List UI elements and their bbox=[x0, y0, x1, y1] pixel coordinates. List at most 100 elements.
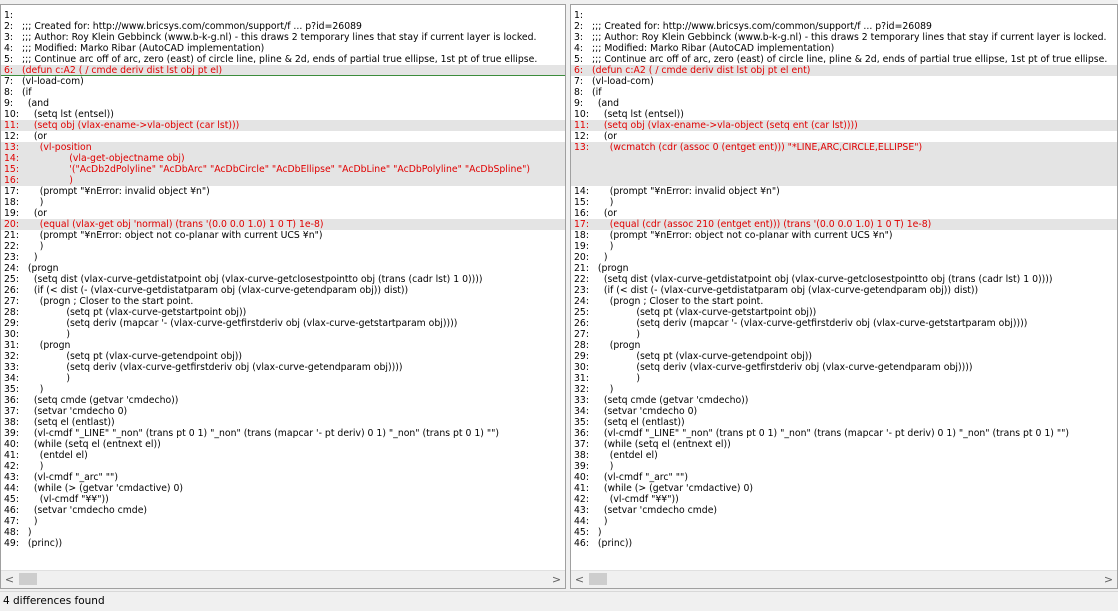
code-line[interactable]: 37: (setvar 'cmdecho 0) bbox=[1, 406, 565, 417]
code-line[interactable]: 44: ) bbox=[571, 516, 1117, 527]
code-line[interactable]: 4: ;;; Modified: Marko Ribar (AutoCAD imp… bbox=[571, 43, 1117, 54]
code-line[interactable]: 21: (progn bbox=[571, 263, 1117, 274]
left-text-pane[interactable]: 1: 2: ;;; Created for: http://www.bricsys.… bbox=[0, 4, 566, 589]
code-line[interactable]: 36: (vl-cmdf "_LINE" "_non" (trans pt 0 … bbox=[571, 428, 1117, 439]
code-line[interactable]: 38: (entdel el) bbox=[571, 450, 1117, 461]
code-line[interactable]: 15: ) bbox=[571, 197, 1117, 208]
code-line[interactable]: 27: ) bbox=[571, 329, 1117, 340]
code-line[interactable]: 32: (setq pt (vlax-curve-getendpoint obj… bbox=[1, 351, 565, 362]
code-line[interactable]: 1: bbox=[571, 10, 1117, 21]
code-line[interactable]: 10: (setq lst (entsel)) bbox=[571, 109, 1117, 120]
code-line[interactable]: 43: (vl-cmdf "_arc" "") bbox=[1, 472, 565, 483]
code-line[interactable]: 33: (setq cmde (getvar 'cmdecho)) bbox=[571, 395, 1117, 406]
code-line[interactable]: 25: (setq pt (vlax-curve-getstartpoint o… bbox=[571, 307, 1117, 318]
code-line[interactable]: 4: ;;; Modified: Marko Ribar (AutoCAD imp… bbox=[1, 43, 565, 54]
code-line[interactable]: 45: (vl-cmdf "¥¥")) bbox=[1, 494, 565, 505]
code-line[interactable]: 35: (setq el (entlast)) bbox=[571, 417, 1117, 428]
code-line[interactable]: 48: ) bbox=[1, 527, 565, 538]
code-line[interactable]: 16: ) bbox=[1, 175, 565, 186]
code-line[interactable]: 45: ) bbox=[571, 527, 1117, 538]
code-line[interactable]: 39: (vl-cmdf "_LINE" "_non" (trans pt 0 … bbox=[1, 428, 565, 439]
scroll-left-arrow-icon[interactable]: < bbox=[1, 571, 18, 588]
code-line[interactable]: 19: ) bbox=[571, 241, 1117, 252]
code-line[interactable]: 22: (setq dist (vlax-curve-getdistatpoin… bbox=[571, 274, 1117, 285]
code-line[interactable]: 28: (progn bbox=[571, 340, 1117, 351]
code-line[interactable]: 46: (setvar 'cmdecho cmde) bbox=[1, 505, 565, 516]
code-line[interactable]: 23: ) bbox=[1, 252, 565, 263]
left-horizontal-scrollbar[interactable]: < > bbox=[1, 570, 565, 588]
code-line[interactable]: 29: (setq pt (vlax-curve-getendpoint obj… bbox=[571, 351, 1117, 362]
code-line[interactable]: 18: (prompt "¥nError: object not co-plan… bbox=[571, 230, 1117, 241]
scroll-left-arrow-icon[interactable]: < bbox=[571, 571, 588, 588]
code-line[interactable]: 3: ;;; Author: Roy Klein Gebbinck (www.b-… bbox=[571, 32, 1117, 43]
scroll-thumb[interactable] bbox=[19, 573, 37, 585]
code-line[interactable]: 27: (progn ; Closer to the start point. bbox=[1, 296, 565, 307]
code-line[interactable]: 12: (or bbox=[571, 131, 1117, 142]
code-line[interactable]: 2: ;;; Created for: http://www.bricsys.co… bbox=[1, 21, 565, 32]
code-line[interactable]: 36: (setq cmde (getvar 'cmdecho)) bbox=[1, 395, 565, 406]
code-line[interactable]: 21: (prompt "¥nError: object not co-plan… bbox=[1, 230, 565, 241]
code-line[interactable]: 49: (princ)) bbox=[1, 538, 565, 549]
code-line[interactable]: 17: (prompt "¥nError: invalid object ¥n"… bbox=[1, 186, 565, 197]
code-line[interactable]: 6: (defun c:A2 ( / cmde deriv dist lst ob… bbox=[571, 65, 1117, 76]
code-line[interactable]: 8: (if bbox=[571, 87, 1117, 98]
code-line[interactable]: 28: (setq pt (vlax-curve-getstartpoint o… bbox=[1, 307, 565, 318]
code-line[interactable]: 16: (or bbox=[571, 208, 1117, 219]
scroll-thumb[interactable] bbox=[589, 573, 607, 585]
code-line[interactable]: 38: (setq el (entlast)) bbox=[1, 417, 565, 428]
code-line[interactable]: 22: ) bbox=[1, 241, 565, 252]
code-line[interactable]: 40: (vl-cmdf "_arc" "") bbox=[571, 472, 1117, 483]
code-line[interactable]: 46: (princ)) bbox=[571, 538, 1117, 549]
diff-placeholder-line[interactable] bbox=[571, 153, 1117, 164]
scroll-right-arrow-icon[interactable]: > bbox=[1100, 571, 1117, 588]
diff-placeholder-line[interactable] bbox=[571, 164, 1117, 175]
diff-placeholder-line[interactable] bbox=[571, 175, 1117, 186]
code-line[interactable]: 2: ;;; Created for: http://www.bricsys.co… bbox=[571, 21, 1117, 32]
code-line[interactable]: 34: (setvar 'cmdecho 0) bbox=[571, 406, 1117, 417]
code-line[interactable]: 23: (if (< dist (- (vlax-curve-getdistat… bbox=[571, 285, 1117, 296]
code-line[interactable]: 20: ) bbox=[571, 252, 1117, 263]
right-text-pane[interactable]: 1: 2: ;;; Created for: http://www.bricsys.… bbox=[570, 4, 1118, 589]
code-line[interactable]: 31: ) bbox=[571, 373, 1117, 384]
code-line[interactable]: 30: (setq deriv (vlax-curve-getfirstderi… bbox=[571, 362, 1117, 373]
code-line[interactable]: 5: ;;; Continue arc off of arc, zero (eas… bbox=[1, 54, 565, 65]
code-line[interactable]: 34: ) bbox=[1, 373, 565, 384]
code-line[interactable]: 33: (setq deriv (vlax-curve-getfirstderi… bbox=[1, 362, 565, 373]
code-line[interactable]: 9: (and bbox=[1, 98, 565, 109]
code-line[interactable]: 8: (if bbox=[1, 87, 565, 98]
code-line[interactable]: 30: ) bbox=[1, 329, 565, 340]
code-line[interactable]: 41: (entdel el) bbox=[1, 450, 565, 461]
code-line[interactable]: 25: (setq dist (vlax-curve-getdistatpoin… bbox=[1, 274, 565, 285]
code-line[interactable]: 7: (vl-load-com) bbox=[1, 76, 565, 87]
code-line[interactable]: 42: (vl-cmdf "¥¥")) bbox=[571, 494, 1117, 505]
code-line[interactable]: 44: (while (> (getvar 'cmdactive) 0) bbox=[1, 483, 565, 494]
code-line[interactable]: 19: (or bbox=[1, 208, 565, 219]
code-line[interactable]: 41: (while (> (getvar 'cmdactive) 0) bbox=[571, 483, 1117, 494]
code-line[interactable]: 43: (setvar 'cmdecho cmde) bbox=[571, 505, 1117, 516]
code-line[interactable]: 3: ;;; Author: Roy Klein Gebbinck (www.b-… bbox=[1, 32, 565, 43]
code-line[interactable]: 42: ) bbox=[1, 461, 565, 472]
left-code-view[interactable]: 1: 2: ;;; Created for: http://www.bricsys.… bbox=[1, 10, 565, 549]
code-line[interactable]: 13: (vl-position bbox=[1, 142, 565, 153]
code-line[interactable]: 12: (or bbox=[1, 131, 565, 142]
code-line[interactable]: 11: (setq obj (vlax-ename->vla-object (s… bbox=[571, 120, 1117, 131]
code-line[interactable]: 9: (and bbox=[571, 98, 1117, 109]
code-line[interactable]: 18: ) bbox=[1, 197, 565, 208]
code-line[interactable]: 29: (setq deriv (mapcar '- (vlax-curve-g… bbox=[1, 318, 565, 329]
code-line[interactable]: 7: (vl-load-com) bbox=[571, 76, 1117, 87]
code-line[interactable]: 26: (setq deriv (mapcar '- (vlax-curve-g… bbox=[571, 318, 1117, 329]
code-line[interactable]: 35: ) bbox=[1, 384, 565, 395]
code-line[interactable]: 1: bbox=[1, 10, 565, 21]
code-line[interactable]: 39: ) bbox=[571, 461, 1117, 472]
code-line[interactable]: 20: (equal (vlax-get obj 'normal) (trans… bbox=[1, 219, 565, 230]
scroll-right-arrow-icon[interactable]: > bbox=[548, 571, 565, 588]
right-code-view[interactable]: 1: 2: ;;; Created for: http://www.bricsys.… bbox=[571, 10, 1117, 549]
right-horizontal-scrollbar[interactable]: < > bbox=[571, 570, 1117, 588]
code-line[interactable]: 40: (while (setq el (entnext el)) bbox=[1, 439, 565, 450]
code-line[interactable]: 26: (if (< dist (- (vlax-curve-getdistat… bbox=[1, 285, 565, 296]
code-line[interactable]: 31: (progn bbox=[1, 340, 565, 351]
code-line[interactable]: 47: ) bbox=[1, 516, 565, 527]
code-line[interactable]: 11: (setq obj (vlax-ename->vla-object (c… bbox=[1, 120, 565, 131]
code-line[interactable]: 5: ;;; Continue arc off of arc, zero (eas… bbox=[571, 54, 1117, 65]
code-line[interactable]: 14: (vla-get-objectname obj) bbox=[1, 153, 565, 164]
